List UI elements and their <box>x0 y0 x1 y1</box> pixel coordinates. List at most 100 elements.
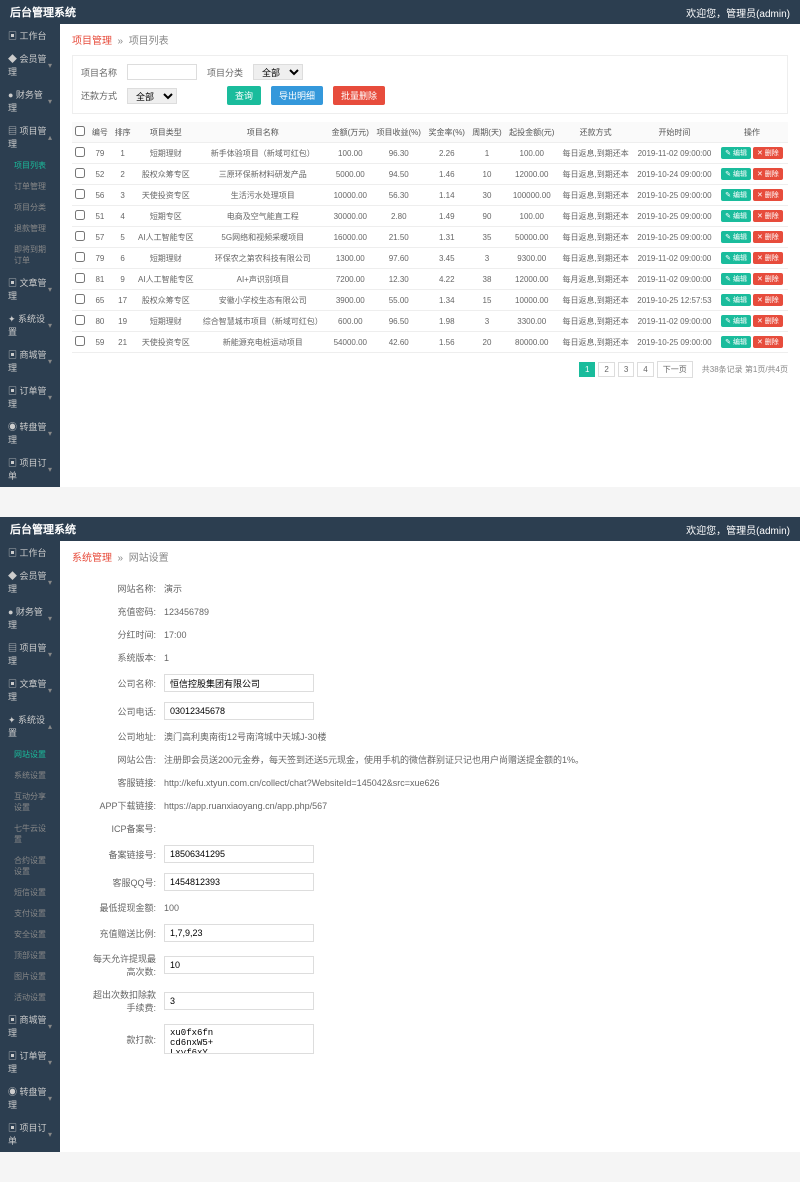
sidebar-item[interactable]: ● 财务管理▾ <box>0 600 60 636</box>
form-input[interactable] <box>164 924 314 942</box>
form-input[interactable] <box>164 702 314 720</box>
row-checkbox[interactable] <box>75 294 85 304</box>
edit-button[interactable]: ✎ 编辑 <box>721 210 751 222</box>
sidebar-item[interactable]: ▣ 文章管理▾ <box>0 672 60 708</box>
delete-button[interactable]: ✕ 删除 <box>753 189 783 201</box>
edit-button[interactable]: ✎ 编辑 <box>721 273 751 285</box>
form-input[interactable] <box>164 873 314 891</box>
delete-button[interactable]: ✕ 删除 <box>753 231 783 243</box>
edit-button[interactable]: ✎ 编辑 <box>721 315 751 327</box>
topbar: 后台管理系统 欢迎您，管理员(admin) <box>0 0 800 24</box>
select-payment[interactable]: 全部 <box>127 88 177 104</box>
delete-button[interactable]: ✕ 删除 <box>753 147 783 159</box>
input-project-name[interactable] <box>127 64 197 80</box>
sidebar-subitem[interactable]: 合约设置设置 <box>0 850 60 882</box>
form-row: APP下载链接:https://app.ruanxiaoyang.cn/app.… <box>92 799 768 812</box>
sidebar-item[interactable]: ◉ 转盘管理▾ <box>0 415 60 451</box>
delete-button[interactable]: ✕ 删除 <box>753 273 783 285</box>
row-checkbox[interactable] <box>75 189 85 199</box>
sidebar-item[interactable]: ▣ 商城管理▾ <box>0 343 60 379</box>
sidebar-item[interactable]: ● 财务管理▾ <box>0 83 60 119</box>
select-all-checkbox[interactable] <box>75 126 85 136</box>
delete-button[interactable]: ✕ 删除 <box>753 294 783 306</box>
sidebar-item[interactable]: ◆ 会员管理▾ <box>0 564 60 600</box>
sidebar-subitem[interactable]: 活动设置 <box>0 987 60 1008</box>
delete-button[interactable]: ✕ 删除 <box>753 315 783 327</box>
select-category[interactable]: 全部 <box>253 64 303 80</box>
sidebar-subitem[interactable]: 退款管理 <box>0 218 60 239</box>
row-checkbox[interactable] <box>75 231 85 241</box>
delete-button[interactable]: ✕ 删除 <box>753 210 783 222</box>
sidebar-item[interactable]: ▣ 工作台 <box>0 24 60 47</box>
sidebar-subitem[interactable]: 网站设置 <box>0 744 60 765</box>
cell-period: 3 <box>469 311 506 332</box>
sidebar-subitem[interactable]: 互动分享设置 <box>0 786 60 818</box>
page-number[interactable]: 2 <box>598 362 614 377</box>
sidebar-subitem[interactable]: 顶部设置 <box>0 945 60 966</box>
sidebar-item[interactable]: ▣ 项目订单▾ <box>0 1116 60 1152</box>
form-input[interactable] <box>164 992 314 1010</box>
edit-button[interactable]: ✎ 编辑 <box>721 168 751 180</box>
sidebar-item[interactable]: ▣ 商城管理▾ <box>0 1008 60 1044</box>
sidebar-item[interactable]: ▣ 工作台 <box>0 541 60 564</box>
cell-bonus: 1.31 <box>425 227 469 248</box>
sidebar-item[interactable]: ◉ 转盘管理▾ <box>0 1080 60 1116</box>
breadcrumb-section[interactable]: 系统管理 <box>72 553 112 564</box>
sidebar-subitem[interactable]: 即将到期订单 <box>0 239 60 271</box>
breadcrumb-section[interactable]: 项目管理 <box>72 36 112 47</box>
export-button[interactable]: 导出明细 <box>271 86 323 105</box>
label-payment: 还款方式 <box>81 89 117 102</box>
sidebar-item[interactable]: ▣ 订单管理▾ <box>0 379 60 415</box>
sidebar-subitem[interactable]: 订单管理 <box>0 176 60 197</box>
cell-pay: 每日返息,到期还本 <box>558 164 633 185</box>
sidebar-subitem[interactable]: 短信设置 <box>0 882 60 903</box>
sidebar-item[interactable]: ▤ 项目管理▾ <box>0 636 60 672</box>
sidebar-subitem[interactable]: 系统设置 <box>0 765 60 786</box>
sidebar-subitem[interactable]: 项目分类 <box>0 197 60 218</box>
welcome-text[interactable]: 欢迎您，管理员(admin) <box>686 522 790 537</box>
page-number[interactable]: 4 <box>637 362 653 377</box>
form-textarea[interactable] <box>164 1024 314 1054</box>
edit-button[interactable]: ✎ 编辑 <box>721 147 751 159</box>
sidebar-item[interactable]: ▣ 文章管理▾ <box>0 271 60 307</box>
form-input[interactable] <box>164 845 314 863</box>
row-checkbox[interactable] <box>75 252 85 262</box>
delete-button[interactable]: ✕ 删除 <box>753 336 783 348</box>
edit-button[interactable]: ✎ 编辑 <box>721 231 751 243</box>
sidebar-item[interactable]: ▣ 项目订单▾ <box>0 451 60 487</box>
page-number[interactable]: 1 <box>579 362 595 377</box>
sidebar-item[interactable]: ✦ 系统设置▴ <box>0 708 60 744</box>
sidebar-subitem[interactable]: 图片设置 <box>0 966 60 987</box>
edit-button[interactable]: ✎ 编辑 <box>721 336 751 348</box>
sidebar-item[interactable]: ▣ 订单管理▾ <box>0 1044 60 1080</box>
row-checkbox[interactable] <box>75 315 85 325</box>
row-checkbox[interactable] <box>75 336 85 346</box>
sidebar-item[interactable]: ◆ 会员管理▾ <box>0 47 60 83</box>
sidebar-subitem[interactable]: 七牛云设置 <box>0 818 60 850</box>
form-input[interactable] <box>164 674 314 692</box>
sidebar-subitem[interactable]: 安全设置 <box>0 924 60 945</box>
welcome-text[interactable]: 欢迎您，管理员(admin) <box>686 5 790 20</box>
page-number[interactable]: 3 <box>618 362 634 377</box>
cell-min: 12000.00 <box>505 164 558 185</box>
sidebar-subitem[interactable]: 支付设置 <box>0 903 60 924</box>
row-checkbox[interactable] <box>75 147 85 157</box>
delete-button[interactable]: ✕ 删除 <box>753 252 783 264</box>
edit-button[interactable]: ✎ 编辑 <box>721 252 751 264</box>
sidebar-subitem[interactable]: 项目列表 <box>0 155 60 176</box>
row-checkbox[interactable] <box>75 210 85 220</box>
sidebar-item[interactable]: ✦ 系统设置▾ <box>0 307 60 343</box>
form-input[interactable] <box>164 956 314 974</box>
delete-button[interactable]: ✕ 删除 <box>753 168 783 180</box>
cell-period: 3 <box>469 248 506 269</box>
search-button[interactable]: 查询 <box>227 86 261 105</box>
form-label: 分红时间: <box>92 628 164 641</box>
row-checkbox[interactable] <box>75 168 85 178</box>
batch-delete-button[interactable]: 批量删除 <box>333 86 385 105</box>
cell-amount: 54000.00 <box>328 332 373 353</box>
next-page[interactable]: 下一页 <box>657 361 693 378</box>
sidebar-item[interactable]: ▤ 项目管理▴ <box>0 119 60 155</box>
edit-button[interactable]: ✎ 编辑 <box>721 189 751 201</box>
edit-button[interactable]: ✎ 编辑 <box>721 294 751 306</box>
row-checkbox[interactable] <box>75 273 85 283</box>
